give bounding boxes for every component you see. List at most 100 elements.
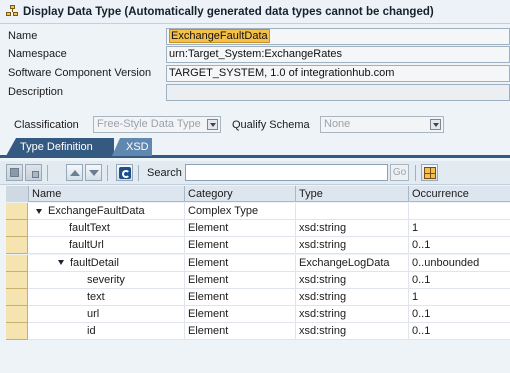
expand-toggle-icon[interactable] xyxy=(58,260,64,266)
qualify-schema-dropdown[interactable]: None xyxy=(320,116,444,133)
refresh-icon xyxy=(119,167,131,179)
chevron-down-icon xyxy=(430,119,441,130)
table-row[interactable]: severity Element xsd:string 0..1 xyxy=(6,271,510,289)
select-all-header[interactable] xyxy=(6,186,28,202)
toolbar-separator xyxy=(47,165,48,181)
cell-occurrence: 0..1 xyxy=(408,323,510,341)
cell-type: xsd:string xyxy=(295,220,408,238)
cell-name: url xyxy=(28,306,184,323)
node-name: faultUrl xyxy=(69,239,104,252)
table-row[interactable]: id Element xsd:string 0..1 xyxy=(6,323,510,341)
classification-dropdown[interactable]: Free-Style Data Type xyxy=(93,116,221,133)
table-row[interactable]: faultUrl Element xsd:string 0..1 xyxy=(6,237,510,255)
table-header: Name Category Type Occurrence xyxy=(6,186,510,202)
column-header-type[interactable]: Type xyxy=(295,186,408,202)
cell-occurrence: 0..1 xyxy=(408,306,510,324)
cell-category: Element xyxy=(184,289,295,306)
column-header-occurrence[interactable]: Occurrence xyxy=(408,186,510,202)
field-row-description: Description xyxy=(0,83,510,103)
tab-xsd[interactable]: XSD xyxy=(112,138,152,156)
classification-label: Classification xyxy=(14,119,79,131)
expand-toggle-icon[interactable] xyxy=(36,208,42,214)
delete-row-button[interactable] xyxy=(25,164,42,181)
field-row-namespace: Namespace urn:Target_System:ExchangeRate… xyxy=(0,45,510,65)
node-name: severity xyxy=(87,273,125,286)
name-field-value: ExchangeFaultData xyxy=(169,29,270,43)
table-row[interactable]: faultDetail Element ExchangeLogData 0..unbo… xyxy=(6,254,510,272)
column-header-category[interactable]: Category xyxy=(184,186,295,202)
row-selector[interactable] xyxy=(6,306,28,324)
cell-name: faultText xyxy=(28,220,184,237)
node-name: ExchangeFaultData xyxy=(48,205,145,217)
cell-name: ExchangeFaultData xyxy=(28,203,184,220)
toolbar-separator xyxy=(107,165,108,181)
node-name: id xyxy=(87,325,96,338)
table-row[interactable]: ExchangeFaultData Complex Type xyxy=(6,203,510,220)
data-type-icon xyxy=(6,5,19,18)
cell-category: Element xyxy=(184,271,295,289)
search-label: Search xyxy=(147,167,182,179)
table-row[interactable]: faultText Element xsd:string 1 xyxy=(6,220,510,238)
chevron-down-icon xyxy=(207,119,218,130)
cell-category: Element xyxy=(184,237,295,255)
cell-occurrence: 1 xyxy=(408,220,510,238)
field-row-name: Name ExchangeFaultData xyxy=(0,27,510,47)
toolbar-separator xyxy=(138,165,139,181)
delete-row-icon xyxy=(32,171,39,178)
node-name: text xyxy=(87,291,105,303)
cell-type: xsd:string xyxy=(295,289,408,306)
search-input[interactable] xyxy=(185,164,388,181)
table-settings-button[interactable] xyxy=(421,164,438,181)
cell-category: Element xyxy=(184,220,295,238)
go-button[interactable]: Go xyxy=(390,164,409,181)
row-selector[interactable] xyxy=(6,289,28,306)
cell-name: text xyxy=(28,289,184,306)
classification-value: Free-Style Data Type xyxy=(97,118,201,130)
row-selector[interactable] xyxy=(6,220,28,238)
row-selector[interactable] xyxy=(6,254,28,272)
tab-strip: Type Definition XSD xyxy=(0,138,510,158)
cell-category: Element xyxy=(184,254,295,272)
table-row[interactable]: url Element xsd:string 0..1 xyxy=(6,306,510,324)
cell-name: id xyxy=(28,323,184,340)
node-name: faultText xyxy=(69,222,110,235)
arrow-down-icon xyxy=(89,170,99,176)
row-selector[interactable] xyxy=(6,237,28,255)
table-row[interactable]: text Element xsd:string 1 xyxy=(6,289,510,306)
cell-occurrence: 0..1 xyxy=(408,271,510,289)
row-selector[interactable] xyxy=(6,323,28,341)
cell-name: faultDetail xyxy=(28,255,184,272)
cell-category: Complex Type xyxy=(184,203,295,220)
qualify-schema-label: Qualify Schema xyxy=(232,119,310,131)
cell-name: faultUrl xyxy=(28,237,184,254)
name-field[interactable]: ExchangeFaultData xyxy=(166,28,510,45)
cell-type: xsd:string xyxy=(295,306,408,324)
refresh-button[interactable] xyxy=(116,164,133,181)
window-title: Display Data Type (Automatically generat… xyxy=(23,5,434,18)
cell-occurrence: 0..unbounded xyxy=(408,254,510,272)
description-field[interactable] xyxy=(166,84,510,101)
table-settings-icon xyxy=(424,167,436,179)
tab-type-definition[interactable]: Type Definition xyxy=(6,138,114,156)
arrow-up-icon xyxy=(70,170,80,176)
column-header-name[interactable]: Name xyxy=(28,186,184,202)
move-up-button[interactable] xyxy=(66,164,83,181)
cell-type: xsd:string xyxy=(295,323,408,341)
cell-name: severity xyxy=(28,272,184,289)
field-label-description: Description xyxy=(8,86,64,98)
insert-row-icon xyxy=(10,168,19,177)
field-row-software-component: Software Component Version TARGET_SYSTEM… xyxy=(0,64,510,84)
cell-type xyxy=(295,203,408,220)
software-component-field[interactable]: TARGET_SYSTEM, 1.0 of integrationhub.com xyxy=(166,65,510,82)
cell-occurrence xyxy=(408,203,510,220)
table-toolbar: Search Go xyxy=(0,161,510,185)
move-down-button[interactable] xyxy=(85,164,102,181)
namespace-field[interactable]: urn:Target_System:ExchangeRates xyxy=(166,46,510,63)
node-name: faultDetail xyxy=(70,256,119,269)
row-selector[interactable] xyxy=(6,203,28,220)
toolbar-separator xyxy=(415,165,416,181)
cell-type: xsd:string xyxy=(295,271,408,289)
cell-category: Element xyxy=(184,323,295,341)
insert-row-button[interactable] xyxy=(6,164,23,181)
row-selector[interactable] xyxy=(6,271,28,289)
